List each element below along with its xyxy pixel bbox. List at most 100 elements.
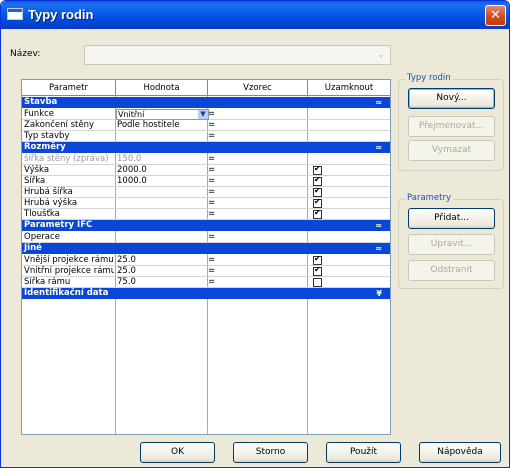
parameter-row[interactable]: Šířka rámu 75.0 = (22, 277, 390, 288)
column-header-parameter[interactable]: Parametr (22, 80, 116, 96)
parameter-formula[interactable]: = (208, 131, 304, 142)
parameter-row[interactable]: Typ stavby = (22, 131, 390, 142)
section-title: Rozměry (24, 142, 66, 152)
parameter-row[interactable]: šířka stěny (zpráva) 150.0 = (22, 154, 390, 165)
add-parameter-button[interactable]: Přidat... (408, 208, 495, 229)
parameter-formula[interactable]: = (208, 120, 304, 131)
parameter-formula[interactable]: = (208, 255, 304, 266)
family-types-group: Typy rodin Nový... Přejmenovat... Vymaza… (398, 73, 504, 171)
collapse-chevron-icon[interactable]: ≈ (375, 243, 382, 254)
parameter-name: Hrubá šířka (24, 187, 73, 197)
title-bar[interactable]: Typy rodin ✕ (1, 1, 509, 29)
lock-checkbox[interactable] (313, 265, 322, 276)
parameters-group-title: Parametry (405, 193, 454, 203)
section-construction[interactable]: Stavba ≈ (22, 97, 390, 108)
function-dropdown[interactable]: Vnitřní ▼ (116, 109, 209, 120)
parameter-value[interactable]: 25.0 (117, 255, 209, 266)
chevron-down-icon[interactable]: ▼ (198, 110, 208, 119)
parameter-value[interactable]: Podle hostitele (117, 120, 209, 131)
parameter-formula[interactable]: = (208, 109, 304, 120)
collapse-chevron-icon[interactable]: ≈ (375, 220, 382, 231)
app-icon (7, 8, 23, 20)
parameter-row[interactable]: Zakončení stěny Podle hostitele = (22, 120, 390, 131)
family-types-group-title: Typy rodin (405, 73, 453, 83)
parameter-formula[interactable]: = (208, 154, 304, 165)
name-label: Název: (10, 49, 41, 59)
parameters-grid: Parametr Hodnota Vzorec Uzamknout Stavba… (21, 79, 391, 435)
collapse-chevron-icon[interactable]: ≈ (375, 142, 382, 153)
parameter-formula[interactable]: = (208, 198, 304, 209)
parameter-row[interactable]: Operace = (22, 232, 390, 243)
section-dimensions[interactable]: Rozměry ≈ (22, 142, 390, 153)
parameter-formula[interactable]: = (208, 165, 304, 176)
parameter-value[interactable] (117, 209, 209, 220)
parameter-value[interactable]: 75.0 (117, 277, 209, 288)
section-identity-data[interactable]: Identifikační data ¥ (22, 288, 390, 299)
ok-button[interactable]: OK (140, 442, 215, 463)
section-other[interactable]: Jiné ≈ (22, 243, 390, 254)
lock-checkbox[interactable] (313, 254, 322, 265)
lock-checkbox[interactable] (313, 175, 322, 186)
parameter-row[interactable]: Výška 2000.0 = (22, 164, 390, 176)
column-header-formula[interactable]: Vzorec (208, 80, 308, 96)
close-button[interactable]: ✕ (485, 5, 506, 26)
parameter-value[interactable]: 25.0 (117, 266, 209, 277)
parameter-formula[interactable]: = (208, 176, 304, 187)
lock-checkbox[interactable] (313, 278, 322, 287)
apply-button[interactable]: Použít (326, 442, 401, 463)
lock-checkbox[interactable] (313, 197, 322, 208)
section-title: Stavba (24, 97, 58, 107)
parameter-name: Vnější projekce rámu (24, 255, 114, 265)
parameter-formula[interactable]: = (208, 187, 304, 198)
collapse-chevron-icon[interactable]: ¥ (376, 288, 382, 299)
parameter-formula[interactable]: = (208, 232, 304, 243)
section-title: Jiné (24, 243, 42, 253)
parameter-formula[interactable]: = (208, 209, 304, 220)
parameter-value[interactable]: 2000.0 (117, 165, 209, 176)
help-button[interactable]: Nápověda (419, 442, 501, 463)
chevron-down-icon: ⌄ (377, 50, 385, 59)
edit-parameter-button[interactable]: Upravit... (408, 234, 495, 255)
parameter-row[interactable]: Funkce Vnitřní ▼ = (22, 109, 390, 120)
parameter-value[interactable] (117, 187, 209, 198)
parameter-name: šířka stěny (zpráva) (24, 154, 109, 164)
parameter-name: Zakončení stěny (24, 120, 95, 130)
parameter-value[interactable]: 150.0 (117, 154, 209, 165)
parameter-formula[interactable]: = (208, 266, 304, 277)
parameter-row[interactable]: Vnitřní projekce rámu 25.0 = (22, 265, 390, 277)
section-title: Parametry IFC (24, 220, 93, 230)
parameter-name: Funkce (24, 109, 55, 119)
parameter-name: Typ stavby (24, 131, 70, 141)
lock-checkbox[interactable] (313, 164, 322, 175)
lock-checkbox[interactable] (313, 186, 322, 197)
function-value: Vnitřní (118, 110, 145, 119)
parameter-name: Vnitřní projekce rámu (24, 266, 114, 276)
name-dropdown[interactable]: ⌄ (84, 45, 391, 65)
parameter-name: Výška (24, 165, 50, 175)
column-header-value[interactable]: Hodnota (116, 80, 208, 96)
parameter-formula[interactable]: = (208, 277, 304, 288)
parameter-name: Tloušťka (24, 209, 60, 219)
parameter-value[interactable] (117, 232, 209, 243)
remove-parameter-button[interactable]: Odstranit (408, 260, 495, 281)
parameter-row[interactable]: Hrubá šířka = (22, 186, 390, 198)
parameter-row[interactable]: Hrubá výška = (22, 197, 390, 209)
parameter-value[interactable]: 1000.0 (117, 176, 209, 187)
column-header-lock[interactable]: Uzamknout (308, 80, 390, 96)
parameter-row[interactable]: Šířka 1000.0 = (22, 175, 390, 187)
parameter-name: Šířka rámu (24, 277, 71, 287)
lock-checkbox[interactable] (313, 208, 322, 219)
parameter-row[interactable]: Vnější projekce rámu 25.0 = (22, 254, 390, 266)
collapse-chevron-icon[interactable]: ≈ (375, 97, 382, 108)
delete-type-button[interactable]: Vymazat (408, 140, 495, 161)
parameters-group: Parametry Přidat... Upravit... Odstranit (398, 193, 504, 289)
parameter-row[interactable]: Tloušťka = (22, 208, 390, 220)
parameter-name: Hrubá výška (24, 198, 78, 208)
rename-type-button[interactable]: Přejmenovat... (408, 116, 495, 137)
parameter-value[interactable] (117, 198, 209, 209)
new-type-button[interactable]: Nový... (408, 88, 495, 109)
section-ifc-parameters[interactable]: Parametry IFC ≈ (22, 220, 390, 231)
parameter-value[interactable] (117, 131, 209, 142)
window-title: Typy rodin (28, 7, 94, 22)
cancel-button[interactable]: Storno (233, 442, 308, 463)
